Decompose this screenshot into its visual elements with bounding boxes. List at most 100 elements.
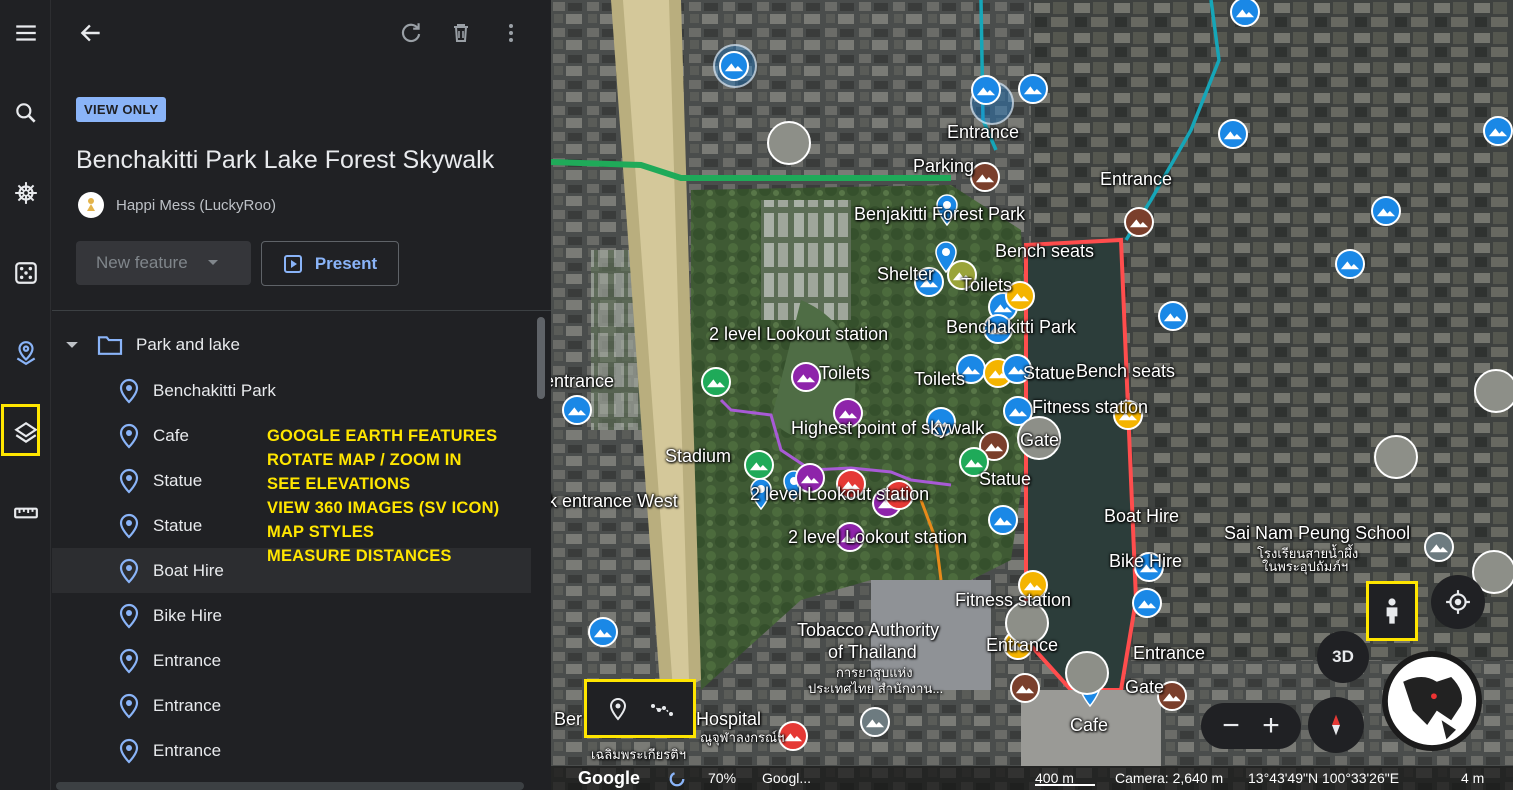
blue-poi-marker[interactable] xyxy=(971,75,1001,105)
refresh-icon[interactable] xyxy=(396,18,426,48)
photo-marker[interactable] xyxy=(1374,435,1418,479)
map-label-skywalk-entrance-west[interactable]: Skywalk entrance West xyxy=(551,491,678,512)
blue-poi-marker[interactable] xyxy=(562,395,592,425)
feature-row[interactable]: Entrance xyxy=(52,728,531,773)
map-label-fitness-1[interactable]: Fitness station xyxy=(1032,397,1148,418)
new-feature-button[interactable]: New feature xyxy=(76,241,251,285)
map-label-school[interactable]: Sai Nam Peung School xyxy=(1224,523,1410,544)
feature-row[interactable]: Benchakitti Park xyxy=(52,368,531,413)
map-label-stadium[interactable]: Stadium xyxy=(665,446,731,467)
back-arrow-icon[interactable] xyxy=(76,18,106,48)
map-label-entrance-right[interactable]: Entrance xyxy=(1100,169,1172,190)
map-label-benchakitti-park[interactable]: Benchakitti Park xyxy=(946,317,1076,338)
blue-poi-marker[interactable] xyxy=(1132,588,1162,618)
map-label-bench-seats-2[interactable]: Bench seats xyxy=(1076,361,1175,382)
search-icon[interactable] xyxy=(0,88,51,138)
map-label-entrance-bottom[interactable]: Entrance xyxy=(986,635,1058,656)
present-button[interactable]: Present xyxy=(261,241,399,286)
map-label-bike-hire[interactable]: Bike Hire xyxy=(1109,551,1182,572)
blue-poi-marker[interactable] xyxy=(1371,196,1401,226)
map-label-shelter[interactable]: Shelter xyxy=(877,264,934,285)
expand-caret-icon[interactable] xyxy=(66,341,78,349)
brown-poi-marker[interactable] xyxy=(1010,673,1040,703)
voyager-icon[interactable] xyxy=(0,168,51,218)
map-label-forest-park[interactable]: Benjakitti Forest Park xyxy=(854,204,1025,225)
map-label-gate-1[interactable]: Gate xyxy=(1020,430,1059,451)
map-label-tobacco-1[interactable]: Tobacco Authority xyxy=(797,620,939,641)
3d-toggle-button[interactable]: 3D xyxy=(1317,631,1369,683)
panel-scrollbar[interactable] xyxy=(537,317,545,399)
map-label-toilets-2[interactable]: Toilets xyxy=(819,363,870,384)
gray-poi-marker[interactable] xyxy=(860,707,890,737)
draw-tools-toolbar xyxy=(584,679,696,738)
green-poi-marker[interactable] xyxy=(701,367,731,397)
brown-poi-marker[interactable] xyxy=(1124,207,1154,237)
trash-icon[interactable] xyxy=(446,18,476,48)
map-label-gate-2[interactable]: Gate xyxy=(1125,677,1164,698)
feeling-lucky-dice-icon[interactable] xyxy=(0,248,51,298)
photo-marker[interactable] xyxy=(1065,651,1109,695)
blue-poi-marker[interactable] xyxy=(1483,116,1513,146)
map-view[interactable]: Entrance Parking Entrance Benjakitti Forest… xyxy=(551,0,1513,790)
menu-icon[interactable] xyxy=(0,8,51,58)
gray-poi-marker[interactable] xyxy=(1424,532,1454,562)
projects-icon[interactable] xyxy=(0,328,51,378)
map-label-toilets-1[interactable]: Toilets xyxy=(961,275,1012,296)
blue-poi-marker[interactable] xyxy=(1335,249,1365,279)
purple-poi-marker[interactable] xyxy=(791,362,821,392)
add-placemark-icon[interactable] xyxy=(596,687,640,731)
elevation: 4 m xyxy=(1461,770,1485,786)
map-label-bench-seats-1[interactable]: Bench seats xyxy=(995,241,1094,262)
google-logo: Google xyxy=(578,768,640,788)
loading-spinner-icon xyxy=(668,770,686,790)
attribution-link[interactable]: Googl... xyxy=(762,770,811,786)
feature-label: Cafe xyxy=(153,425,189,445)
map-label-toilets-3[interactable]: Toilets xyxy=(914,369,965,390)
zoom-in-button[interactable]: + xyxy=(1251,706,1291,746)
scale-bar xyxy=(1035,784,1095,786)
more-vert-icon[interactable] xyxy=(496,18,526,48)
my-location-icon[interactable] xyxy=(1431,575,1485,629)
map-label-fitness-2[interactable]: Fitness station xyxy=(955,590,1071,611)
map-label-cafe[interactable]: Cafe xyxy=(1070,715,1108,736)
green-poi-marker[interactable] xyxy=(744,450,774,480)
blue-poi-marker[interactable] xyxy=(719,51,749,81)
brown-poi-marker[interactable] xyxy=(970,162,1000,192)
present-label: Present xyxy=(314,253,378,273)
measure-ruler-icon[interactable] xyxy=(0,488,51,538)
photo-marker[interactable] xyxy=(767,121,811,165)
folder-row[interactable]: Park and lake xyxy=(52,323,532,367)
horizontal-scrollbar[interactable] xyxy=(56,782,524,790)
map-label-parking[interactable]: Parking xyxy=(913,156,974,177)
draw-line-icon[interactable] xyxy=(640,687,684,731)
street-view-pegman-icon[interactable] xyxy=(1366,581,1418,641)
divider xyxy=(52,310,551,311)
blue-poi-marker[interactable] xyxy=(1018,74,1048,104)
zoom-out-button[interactable]: − xyxy=(1211,706,1251,746)
map-label-highest-point[interactable]: Highest point of skywalk xyxy=(791,418,984,439)
map-label-boat-hire[interactable]: Boat Hire xyxy=(1104,506,1179,527)
map-label-tobacco-2[interactable]: of Thailand xyxy=(828,642,917,663)
feature-row[interactable]: Bike Hire xyxy=(52,593,531,638)
map-label-lookout-2[interactable]: 2 level Lookout station xyxy=(750,484,929,505)
blue-poi-marker[interactable] xyxy=(1218,119,1248,149)
map-label-entrance-top[interactable]: Entrance xyxy=(947,122,1019,143)
map-label-entrance-bottom-right[interactable]: Entrance xyxy=(1133,643,1205,664)
map-label-statue-2[interactable]: Statue xyxy=(979,469,1031,490)
feature-row[interactable]: Entrance xyxy=(52,683,531,728)
globe-minimap[interactable] xyxy=(1382,651,1482,751)
map-label-skywalk-entrance[interactable]: Skywalk entrance xyxy=(551,371,614,392)
map-label-statue-1[interactable]: Statue xyxy=(1023,363,1075,384)
blue-poi-marker[interactable] xyxy=(1158,301,1188,331)
feature-label: Statue xyxy=(153,515,203,535)
blue-poi-marker[interactable] xyxy=(588,617,618,647)
map-label-hospital-prefix[interactable]: Ber xyxy=(554,709,582,730)
blue-poi-marker[interactable] xyxy=(1230,0,1260,27)
map-label-hospital-thai: ณูจุฬาลงกรณ์ฯ xyxy=(700,730,785,745)
feature-row[interactable]: Entrance xyxy=(52,638,531,683)
compass-icon[interactable] xyxy=(1308,697,1364,753)
map-label-lookout-3[interactable]: 2 level Lookout station xyxy=(788,527,967,548)
photo-marker[interactable] xyxy=(1474,369,1513,413)
map-label-lookout-1[interactable]: 2 level Lookout station xyxy=(709,324,888,345)
blue-poi-marker[interactable] xyxy=(988,505,1018,535)
